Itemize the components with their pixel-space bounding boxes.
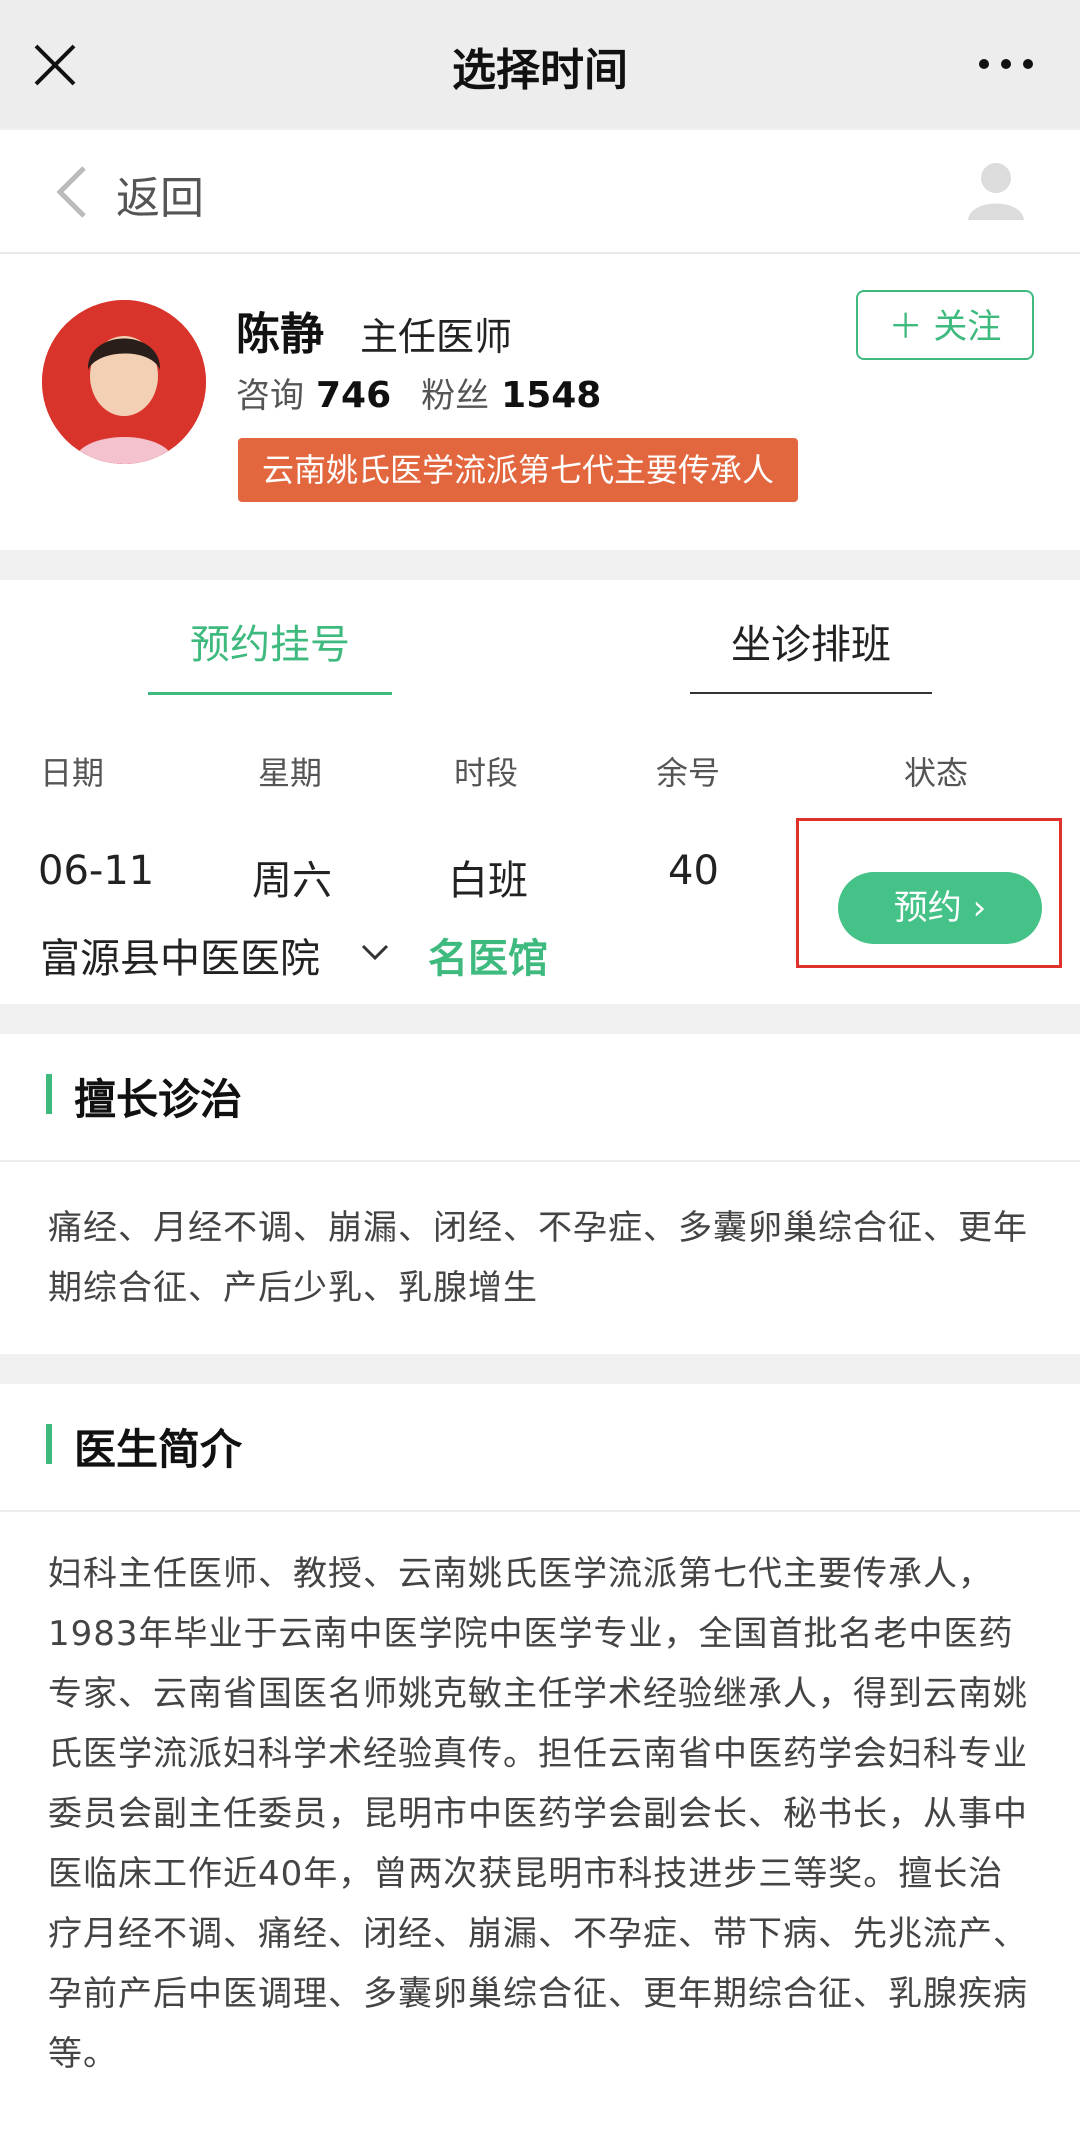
- section-marker: [46, 1074, 52, 1114]
- doctor-card: 陈静 主任医师 咨询 746 粉丝 1548 云南姚氏医学流派第七代主要传承人 ＋ 关…: [0, 254, 1080, 550]
- chevron-down-icon[interactable]: [360, 942, 390, 962]
- specialty-title: 擅长诊治: [74, 1075, 243, 1124]
- back-chevron-icon[interactable]: [52, 162, 92, 222]
- schedule-card: 预约挂号 坐诊排班 日期 星期 时段 余号 状态 06-11 周六 白班 40 …: [0, 580, 1080, 1004]
- consult-count: 746: [316, 375, 392, 416]
- doctor-stats: 咨询 746 粉丝 1548: [236, 368, 631, 417]
- tab-schedule-underline: [690, 692, 932, 694]
- page-title: 选择时间: [452, 45, 628, 96]
- back-button[interactable]: 返回: [116, 162, 204, 226]
- tab-appointment[interactable]: 预约挂号: [148, 612, 392, 670]
- hospital-select[interactable]: 富源县中医医院: [40, 926, 320, 984]
- column-date: 日期: [40, 754, 105, 792]
- tab-schedule[interactable]: 坐诊排班: [690, 612, 932, 670]
- specialty-text: 痛经、月经不调、崩漏、闭经、不孕症、多囊卵巢综合征、更年期综合征、产后少乳、乳腺…: [48, 1208, 1028, 1308]
- avatar[interactable]: [42, 300, 206, 464]
- intro-text: 妇科主任医师、教授、云南姚氏医学流派第七代主要传承人，1983年毕业于云南中医学…: [48, 1554, 1028, 2074]
- section-divider: [0, 1510, 1080, 1512]
- intro-title: 医生简介: [74, 1425, 243, 1474]
- row-period: 白班: [448, 858, 528, 904]
- avatar-portrait: [42, 300, 206, 464]
- more-icon[interactable]: [976, 56, 1036, 72]
- specialty-card: 擅长诊治 痛经、月经不调、崩漏、闭经、不孕症、多囊卵巢综合征、更年期综合征、产后…: [0, 1034, 1080, 1354]
- column-status: 状态: [904, 754, 969, 792]
- column-weekday: 星期: [258, 754, 323, 792]
- row-date: 06-11: [38, 848, 155, 894]
- clinic-label: 名医馆: [428, 936, 548, 982]
- top-bar: 选择时间: [0, 0, 1080, 128]
- column-period: 时段: [454, 754, 519, 792]
- follow-button[interactable]: ＋ 关注: [856, 290, 1034, 360]
- fans-count: 1548: [501, 375, 602, 416]
- doctor-name: 陈静: [236, 309, 324, 360]
- user-icon[interactable]: [964, 158, 1028, 222]
- intro-card: 医生简介 妇科主任医师、教授、云南姚氏医学流派第七代主要传承人，1983年毕业于…: [0, 1384, 1080, 2145]
- section-divider: [0, 1160, 1080, 1162]
- tab-appointment-underline: [148, 692, 392, 695]
- row-weekday: 周六: [252, 858, 332, 904]
- book-button[interactable]: 预约 ›: [838, 872, 1042, 944]
- row-remaining: 40: [668, 848, 719, 894]
- doctor-tagline: 云南姚氏医学流派第七代主要传承人: [238, 438, 799, 502]
- back-bar: 返回: [0, 130, 1080, 254]
- column-remaining: 余号: [656, 754, 721, 792]
- consult-label: 咨询: [236, 376, 304, 416]
- doctor-title: 主任医师: [360, 315, 513, 359]
- section-marker: [46, 1424, 52, 1464]
- fans-label: 粉丝: [421, 376, 490, 416]
